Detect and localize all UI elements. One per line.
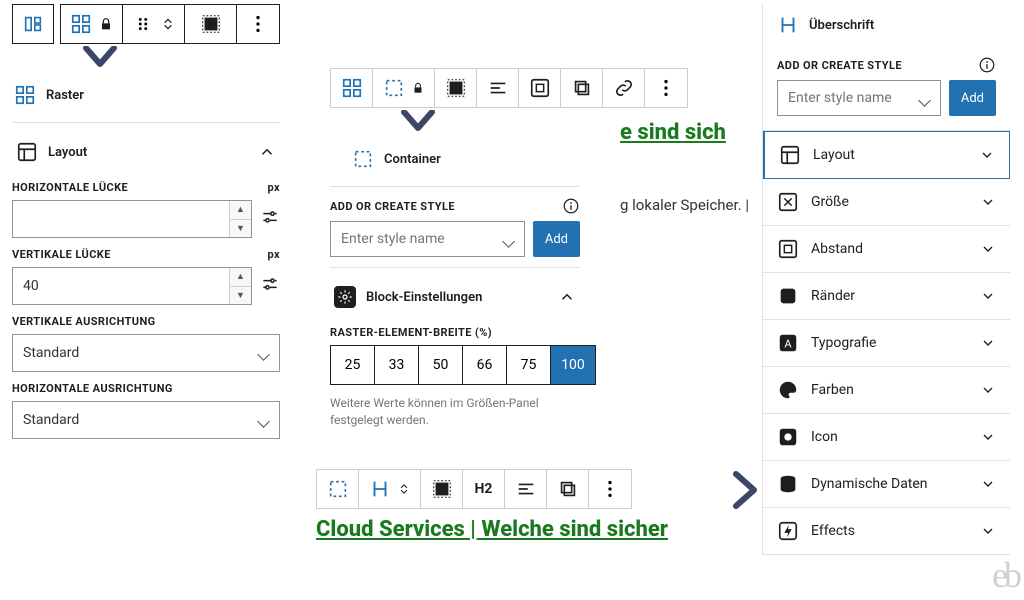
drag-move-button[interactable]: [123, 5, 185, 43]
h-gap-input[interactable]: [12, 200, 252, 238]
width-33[interactable]: 33: [375, 346, 419, 384]
size-icon: [777, 191, 799, 213]
text-fragment: g lokaler Speicher. |: [620, 196, 749, 214]
width-75[interactable]: 75: [507, 346, 551, 384]
chevron-down-icon: [980, 429, 996, 445]
chevron-down-icon: [980, 241, 996, 257]
width-66[interactable]: 66: [463, 346, 507, 384]
section-size[interactable]: Größe: [763, 179, 1010, 226]
section-typo[interactable]: Typografie: [763, 320, 1010, 367]
select-button[interactable]: [435, 69, 477, 107]
grid-lock-button[interactable]: [61, 5, 123, 43]
more-button[interactable]: [645, 69, 687, 107]
v-gap-input[interactable]: [12, 267, 252, 305]
align-button[interactable]: [505, 470, 547, 508]
block-name: Container: [384, 152, 441, 167]
select-button[interactable]: [185, 5, 237, 43]
style-name-input[interactable]: [330, 221, 525, 257]
typo-icon: [777, 332, 799, 354]
layout-icon: [16, 141, 38, 163]
h-align-select[interactable]: Standard: [12, 401, 280, 439]
heading-preview[interactable]: Cloud Services | Welche sind sicher: [316, 517, 730, 542]
section-effects[interactable]: Effects: [763, 508, 1010, 555]
chevron-down-icon: [980, 288, 996, 304]
chevron-up-icon: [258, 143, 276, 161]
effects-icon: [777, 520, 799, 542]
container-lock-button[interactable]: [373, 69, 435, 107]
width-50[interactable]: 50: [419, 346, 463, 384]
gear-icon: [334, 286, 356, 308]
stepper[interactable]: ▲▼: [229, 268, 251, 304]
width-segmented[interactable]: 2533506675100: [330, 345, 596, 385]
pointer-down-icon: [82, 46, 280, 72]
sliders-icon[interactable]: [260, 207, 280, 231]
logo-icon[interactable]: [13, 5, 53, 43]
dynamic-icon: [777, 473, 799, 495]
grid-button[interactable]: [331, 69, 373, 107]
width-100[interactable]: 100: [551, 346, 595, 384]
chevron-down-icon: [980, 335, 996, 351]
grid-icon: [14, 84, 36, 106]
group-button[interactable]: [519, 69, 561, 107]
section-icon[interactable]: Icon: [763, 414, 1010, 461]
spacing-icon: [777, 238, 799, 260]
layout-section-head[interactable]: Layout: [12, 133, 280, 171]
block-settings-head[interactable]: Block-Einstellungen: [330, 278, 580, 316]
chevron-down-icon: [980, 476, 996, 492]
stepper[interactable]: ▲▼: [229, 201, 251, 237]
chevron-down-icon: [980, 523, 996, 539]
h2-button[interactable]: H2: [463, 470, 505, 508]
border-icon: [777, 285, 799, 307]
more-button[interactable]: [237, 5, 279, 43]
chevron-down-icon: [980, 194, 996, 210]
container-button[interactable]: [317, 470, 359, 508]
info-icon[interactable]: [978, 56, 996, 74]
align-button[interactable]: [477, 69, 519, 107]
copy-button[interactable]: [561, 69, 603, 107]
arrow-right-icon: [730, 470, 760, 514]
width-25[interactable]: 25: [331, 346, 375, 384]
chevron-down-icon: [980, 382, 996, 398]
colors-icon: [777, 379, 799, 401]
section-layout[interactable]: Layout: [763, 131, 1010, 179]
block-name: Überschrift: [809, 18, 874, 33]
sliders-icon[interactable]: [260, 274, 280, 298]
section-border[interactable]: Ränder: [763, 273, 1010, 320]
copy-button[interactable]: [547, 470, 589, 508]
section-spacing[interactable]: Abstand: [763, 226, 1010, 273]
section-dynamic[interactable]: Dynamische Daten: [763, 461, 1010, 508]
add-style-button[interactable]: Add: [533, 221, 580, 257]
style-name-input[interactable]: [777, 80, 941, 116]
info-icon[interactable]: [562, 197, 580, 215]
watermark: eb: [992, 554, 1018, 596]
chevron-up-icon: [558, 288, 576, 306]
more-button[interactable]: [589, 470, 631, 508]
icon-icon: [777, 426, 799, 448]
heading-fragment: e sind sich: [620, 120, 726, 145]
section-colors[interactable]: Farben: [763, 367, 1010, 414]
block-name: Raster: [46, 88, 84, 103]
link-button[interactable]: [603, 69, 645, 107]
container-icon: [352, 148, 374, 170]
chevron-down-icon: [979, 147, 995, 163]
v-align-select[interactable]: Standard: [12, 334, 280, 372]
add-style-button[interactable]: Add: [949, 80, 996, 116]
layout-icon: [779, 144, 801, 166]
heading-lock-button[interactable]: [359, 470, 421, 508]
select-button[interactable]: [421, 470, 463, 508]
heading-icon: [777, 14, 799, 36]
